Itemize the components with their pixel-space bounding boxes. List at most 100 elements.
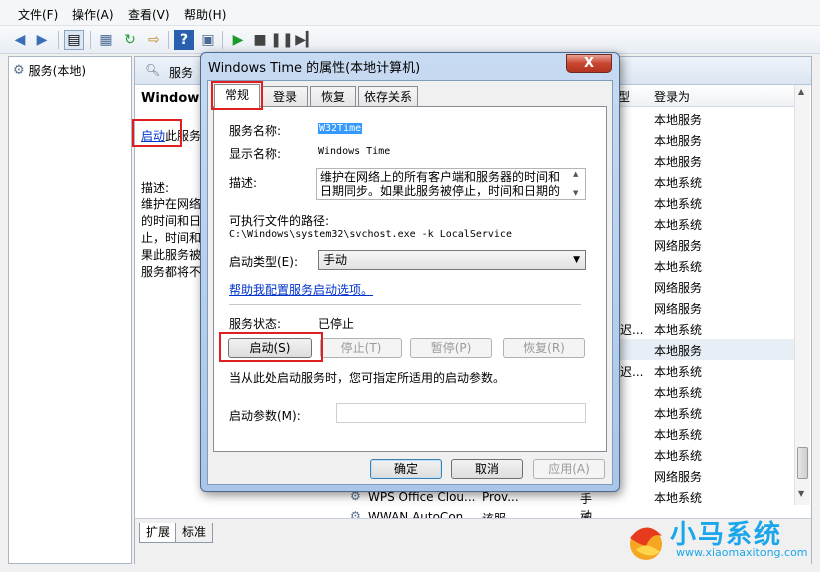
- row-name: WPS Office Clou...: [368, 490, 476, 504]
- service-status-value: 已停止: [318, 317, 355, 331]
- menu-view[interactable]: 查看(V): [128, 6, 170, 23]
- table-row[interactable]: 本地系统: [600, 423, 796, 444]
- row-logon: 本地系统: [654, 176, 703, 190]
- close-icon[interactable]: X: [566, 54, 612, 73]
- row-logon: 本地服务: [654, 134, 703, 148]
- tab-recovery[interactable]: 恢复: [310, 86, 356, 108]
- display-name-label: 显示名称:: [229, 147, 282, 161]
- table-row[interactable]: 本地系统: [600, 192, 796, 213]
- refresh-icon[interactable]: ↻: [120, 30, 140, 50]
- ok-button[interactable]: 确定: [370, 459, 442, 479]
- table-row[interactable]: 本地系统: [600, 171, 796, 192]
- export-icon[interactable]: ⇨: [144, 30, 164, 50]
- row-logon: 网络服务: [654, 470, 703, 484]
- row-logon: 本地系统: [654, 197, 703, 211]
- tab-logon[interactable]: 登录: [262, 86, 308, 108]
- description-textbox[interactable]: 维护在网络上的所有客户端和服务器的时间和日期同步。如果此服务被停止，时间和日期的: [316, 168, 586, 200]
- start-hint: 当从此处启动服务时，您可指定所适用的启动参数。: [229, 371, 506, 385]
- scroll-thumb[interactable]: [797, 447, 808, 479]
- dialog-title: Windows Time 的属性(本地计算机): [208, 61, 421, 76]
- menu-help[interactable]: 帮助(H): [184, 6, 226, 23]
- table-row[interactable]: 本地系统: [600, 444, 796, 465]
- row-logon: 本地服务: [654, 155, 703, 169]
- cancel-button[interactable]: 取消: [451, 459, 523, 479]
- watermark-logo: 小马系统 www.xiaomaxitong.com: [616, 510, 816, 570]
- row-desc: Prov...: [482, 490, 519, 504]
- tree-item-services-local[interactable]: ⚙ 服务(本地): [13, 61, 86, 79]
- row-logon: 本地系统: [654, 407, 703, 421]
- menu-action[interactable]: 操作(A): [72, 6, 114, 23]
- table-row[interactable]: 本地系统: [600, 213, 796, 234]
- table-row[interactable]: 本地系统: [600, 255, 796, 276]
- toolbar-divider: [90, 31, 91, 49]
- tab-extended[interactable]: 扩展: [139, 523, 178, 543]
- table-row[interactable]: 网络服务: [600, 297, 796, 318]
- tab-standard[interactable]: 标准: [175, 523, 214, 543]
- scroll-up-icon[interactable]: ▲: [573, 170, 578, 178]
- table-row[interactable]: 网络服务: [600, 465, 796, 486]
- scroll-up-icon[interactable]: ▲: [798, 87, 804, 96]
- resume-button[interactable]: 恢复(R): [503, 338, 585, 358]
- row-type: 迟...: [620, 365, 644, 379]
- table-row[interactable]: 本地系统: [600, 381, 796, 402]
- back-icon[interactable]: ◀: [10, 30, 30, 50]
- stop-icon[interactable]: ■: [250, 30, 270, 50]
- executable-path-value: C:\Windows\system32\svchost.exe -k Local…: [229, 229, 512, 240]
- table-row[interactable]: 网络服务: [600, 276, 796, 297]
- menu-bar: 文件(F) 操作(A) 查看(V) 帮助(H): [0, 0, 820, 26]
- console-tree: ⚙ 服务(本地): [8, 56, 132, 564]
- view-icon[interactable]: ▣: [198, 30, 218, 50]
- table-row[interactable]: 本地服务: [600, 339, 796, 360]
- help-configure-link[interactable]: 帮助我配置服务启动选项。: [229, 281, 373, 298]
- column-logon-as[interactable]: 登录为: [654, 88, 690, 105]
- scroll-down-icon[interactable]: ▼: [573, 189, 578, 197]
- stop-button[interactable]: 停止(T): [320, 338, 402, 358]
- description-label: 描述:: [229, 176, 258, 190]
- search-icon: 🔍︎: [145, 63, 161, 77]
- play-icon[interactable]: ▶: [228, 30, 248, 50]
- toolbar-divider: [222, 31, 223, 49]
- help-icon[interactable]: ?: [174, 30, 194, 50]
- display-name-value[interactable]: Windows Time: [318, 146, 390, 157]
- start-params-label: 启动参数(M):: [229, 409, 301, 423]
- toolbar-divider: [168, 31, 169, 49]
- row-type: 迟...: [620, 323, 644, 337]
- apply-button[interactable]: 应用(A): [533, 459, 605, 479]
- description-line: 维护在网络: [141, 197, 202, 211]
- properties-icon[interactable]: ▦: [96, 30, 116, 50]
- row-logon: 本地系统: [654, 218, 703, 232]
- services-scrollbar[interactable]: ▲ ▼: [794, 85, 810, 505]
- menu-file[interactable]: 文件(F): [18, 6, 58, 23]
- table-row[interactable]: 本地系统: [600, 486, 796, 507]
- pause-button[interactable]: 暂停(P): [410, 338, 492, 358]
- description-line: 止，时间和: [141, 231, 202, 245]
- table-row[interactable]: 迟... 本地系统: [600, 318, 796, 339]
- startup-type-select[interactable]: 手动 ▼: [318, 250, 586, 270]
- services-column-header: 型 登录为: [600, 85, 796, 107]
- pause-icon[interactable]: ❚❚: [270, 30, 293, 50]
- divider: [229, 304, 581, 305]
- restart-icon[interactable]: ▶▎: [295, 30, 317, 50]
- executable-path-label: 可执行文件的路径:: [229, 214, 330, 228]
- table-row[interactable]: 本地服务: [600, 129, 796, 150]
- scroll-down-icon[interactable]: ▼: [798, 489, 804, 498]
- row-logon: 网络服务: [654, 281, 703, 295]
- row-logon: 本地系统: [654, 449, 703, 463]
- services-gear-icon: ⚙: [13, 62, 25, 78]
- tab-dependencies[interactable]: 依存关系: [358, 86, 418, 108]
- table-row[interactable]: 本地服务: [600, 150, 796, 171]
- console-tree-icon[interactable]: ▤: [64, 30, 84, 50]
- start-params-input[interactable]: [336, 403, 586, 423]
- table-row[interactable]: 本地系统: [600, 402, 796, 423]
- general-tab-highlight: [211, 81, 263, 110]
- service-name-value[interactable]: W32Time: [318, 123, 363, 134]
- row-logon: 本地系统: [654, 365, 703, 379]
- row-logon: 本地服务: [654, 344, 703, 358]
- table-row[interactable]: 迟... 本地系统: [600, 360, 796, 381]
- table-row[interactable]: 本地服务: [600, 108, 796, 129]
- forward-icon[interactable]: ▶: [32, 30, 52, 50]
- row-logon: 本地系统: [654, 428, 703, 442]
- row-logon: 本地服务: [654, 113, 703, 127]
- start-link-highlight: [132, 119, 182, 147]
- table-row[interactable]: 网络服务: [600, 234, 796, 255]
